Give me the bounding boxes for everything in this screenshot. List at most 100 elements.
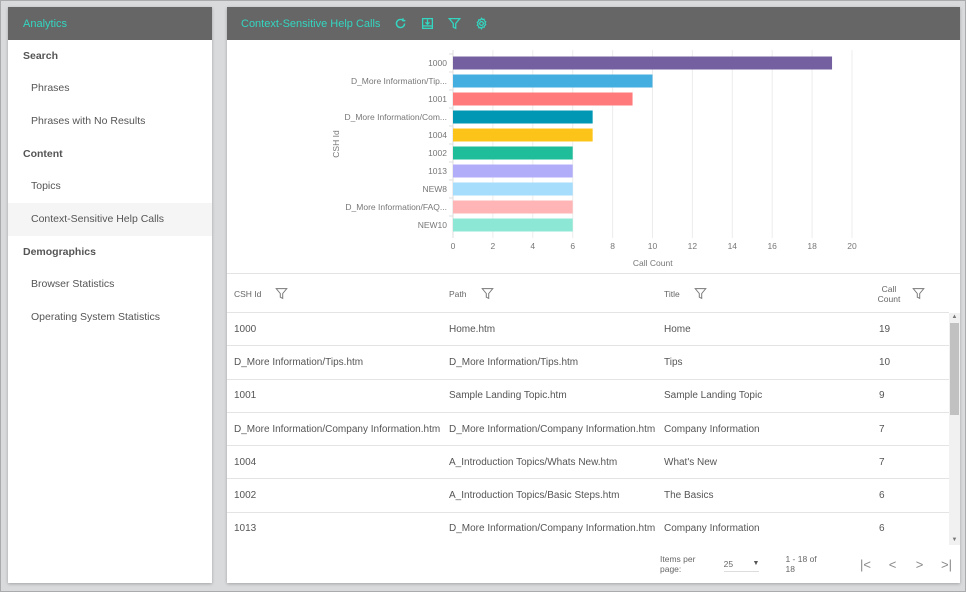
nav-section-demographics: Demographics <box>23 246 96 258</box>
bar[interactable] <box>453 218 573 232</box>
sidebar-item-csh-calls[interactable]: Context-Sensitive Help Calls <box>8 203 212 236</box>
y-tick-label: 1002 <box>428 148 447 158</box>
page-title: Context-Sensitive Help Calls <box>241 17 381 30</box>
refresh-icon[interactable] <box>393 17 407 31</box>
sidebar-title: Analytics <box>23 17 68 30</box>
cell-path: A_Introduction Topics/Basic Steps.htm <box>449 490 620 502</box>
y-tick-label: 1001 <box>428 94 447 104</box>
bar[interactable] <box>453 182 573 196</box>
x-tick-label: 18 <box>807 241 817 251</box>
csh-calls-table: CSH Id Path Title Call Count 1000 Home.h… <box>227 275 960 545</box>
x-tick-label: 16 <box>767 241 777 251</box>
cell-call-count: 6 <box>879 490 885 502</box>
x-tick-label: 12 <box>688 241 698 251</box>
x-axis-label: Call Count <box>633 258 673 268</box>
bar[interactable] <box>453 200 573 214</box>
cell-call-count: 7 <box>879 423 885 435</box>
first-page-button[interactable]: |< <box>852 557 879 572</box>
table-row[interactable]: 1013 D_More Information/Company Informati… <box>227 513 949 545</box>
sidebar-panel: Analytics Search Phrases Phrases with No… <box>8 7 212 583</box>
bar[interactable] <box>453 56 833 70</box>
cell-path: Home.htm <box>449 323 496 335</box>
bar[interactable] <box>453 146 573 160</box>
table-row[interactable]: 1002 A_Introduction Topics/Basic Steps.ht… <box>227 479 949 513</box>
table-row[interactable]: 1001 Sample Landing Topic.htm Sample Landi… <box>227 380 949 413</box>
download-icon[interactable] <box>420 17 434 31</box>
y-tick-label: 1013 <box>428 166 447 176</box>
bar[interactable] <box>453 164 573 178</box>
items-per-page-value: 25 <box>723 558 734 569</box>
cell-title: Tips <box>664 356 683 368</box>
column-label: Path <box>449 288 467 299</box>
x-tick-label: 20 <box>847 241 857 251</box>
cell-path: Sample Landing Topic.htm <box>449 390 567 402</box>
cell-path: D_More Information/Company Information.h… <box>449 523 656 535</box>
column-header-csh-id: CSH Id <box>227 287 442 300</box>
next-page-button[interactable]: > <box>906 557 933 572</box>
x-tick-label: 4 <box>530 241 535 251</box>
bar-chart: 0 2 4 6 8 10 12 14 16 18 20 1000 D_More Information/… <box>331 50 857 268</box>
filter-icon[interactable] <box>693 287 707 300</box>
items-per-page-select[interactable]: 25 ▼ <box>723 556 760 572</box>
sidebar-nav: Search Phrases Phrases with No Results C… <box>8 40 212 334</box>
csh-calls-chart: 0 2 4 6 8 10 12 14 16 18 20 1000 D_More Information/… <box>227 40 960 274</box>
y-tick-label: NEW8 <box>422 184 447 194</box>
sidebar-item-phrases-no-results[interactable]: Phrases with No Results <box>8 105 212 138</box>
main-panel: Context-Sensitive Help Calls 0 2 4 6 8 10 12 14… <box>227 7 960 583</box>
previous-page-button[interactable]: < <box>879 557 906 572</box>
scroll-down-arrow-icon[interactable]: ▼ <box>949 536 960 545</box>
main-header: Context-Sensitive Help Calls <box>227 7 960 40</box>
filter-icon[interactable] <box>447 17 461 31</box>
y-axis-label: CSH Id <box>331 130 341 158</box>
x-tick-label: 8 <box>610 241 615 251</box>
scroll-up-arrow-icon[interactable]: ▲ <box>949 313 960 322</box>
scrollbar-thumb[interactable] <box>950 323 959 415</box>
filter-icon[interactable] <box>480 287 494 300</box>
column-label: CSH Id <box>234 288 262 299</box>
column-label: Call Count <box>874 284 904 304</box>
x-tick-label: 0 <box>451 241 456 251</box>
nav-section-search: Search <box>23 50 59 62</box>
bar[interactable] <box>453 110 593 124</box>
cell-csh-id: D_More Information/Tips.htm <box>234 356 364 368</box>
filter-icon[interactable] <box>275 287 289 300</box>
y-tick-label: 1000 <box>428 58 447 68</box>
cell-call-count: 19 <box>879 323 891 335</box>
x-tick-label: 10 <box>648 241 658 251</box>
x-tick-label: 6 <box>570 241 575 251</box>
table-row[interactable]: D_More Information/Tips.htm D_More Inform… <box>227 346 949 380</box>
filter-icon[interactable] <box>912 287 925 300</box>
paginator: Items per page: 25 ▼ 1 - 18 of 18 |< < >… <box>227 549 960 579</box>
nav-section-content: Content <box>23 148 63 160</box>
sidebar-header: Analytics <box>8 7 212 40</box>
y-tick-label: D_More Information/Tip... <box>351 76 447 86</box>
sidebar-item-browser-statistics[interactable]: Browser Statistics <box>8 268 212 301</box>
page-range: 1 - 18 of 18 <box>785 554 817 574</box>
chevron-down-icon: ▼ <box>752 560 760 567</box>
table-row[interactable]: 1000 Home.htm Home 19 <box>227 313 949 347</box>
cell-call-count: 10 <box>879 356 891 368</box>
cell-call-count: 7 <box>879 456 885 468</box>
column-label: Title <box>664 288 680 299</box>
bar[interactable] <box>453 128 593 142</box>
table-row[interactable]: D_More Information/Company Information.h… <box>227 413 949 447</box>
table-row[interactable]: 1004 A_Introduction Topics/Whats New.htm W… <box>227 446 949 480</box>
cell-title: Company Information <box>664 523 760 535</box>
gear-icon[interactable] <box>474 17 488 31</box>
cell-call-count: 6 <box>879 523 885 535</box>
sidebar-item-os-statistics[interactable]: Operating System Statistics <box>8 301 212 334</box>
items-per-page-label: Items per page: <box>660 554 696 574</box>
sidebar-item-phrases[interactable]: Phrases <box>8 72 212 105</box>
bar[interactable] <box>453 74 653 88</box>
cell-title: The Basics <box>664 490 714 502</box>
cell-path: A_Introduction Topics/Whats New.htm <box>449 456 618 468</box>
bar[interactable] <box>453 92 633 106</box>
sidebar-item-topics[interactable]: Topics <box>8 170 212 203</box>
y-tick-label: D_More Information/Com... <box>344 112 447 122</box>
cell-csh-id: 1013 <box>234 523 257 535</box>
last-page-button[interactable]: >| <box>933 557 960 572</box>
cell-title: Home <box>664 323 691 335</box>
table-scrollbar[interactable]: ▲ ▼ <box>949 313 960 545</box>
column-label-line2: Count <box>877 293 901 304</box>
cell-csh-id: 1002 <box>234 490 257 502</box>
